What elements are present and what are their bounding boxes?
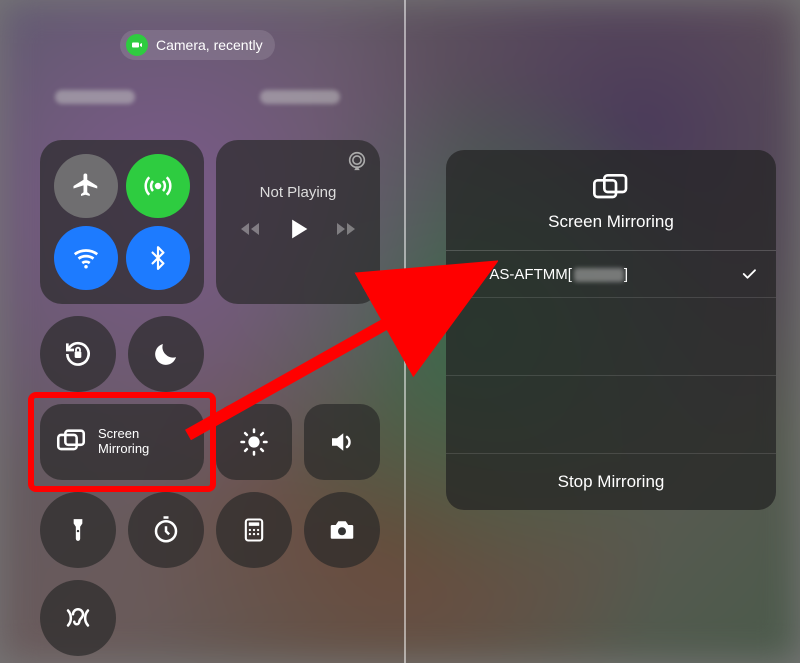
empty-row: [446, 298, 776, 376]
play-icon[interactable]: [284, 215, 312, 243]
control-center-panel: Camera, recently Not Playing: [0, 0, 404, 663]
mirroring-device-row[interactable]: tv AS-AFTMM[]: [446, 251, 776, 298]
bluetooth-icon: [145, 245, 171, 271]
stop-mirroring-button[interactable]: Stop Mirroring: [446, 454, 776, 510]
volume-slider[interactable]: [304, 404, 380, 480]
screen-mirroring-icon: [591, 172, 631, 202]
redacted-status: [260, 90, 340, 104]
wifi-toggle[interactable]: [54, 226, 118, 290]
flashlight-icon: [65, 517, 91, 543]
previous-track-icon[interactable]: [238, 217, 262, 241]
redacted-time: [55, 90, 135, 104]
brightness-slider[interactable]: [216, 404, 292, 480]
screen-mirroring-icon: [54, 425, 88, 459]
moon-icon: [151, 339, 181, 369]
screen-mirroring-popup-panel: Screen Mirroring tv AS-AFTMM[] Stop Mirr…: [406, 0, 800, 663]
mirroring-device-name: AS-AFTMM[]: [489, 266, 628, 283]
connectivity-cluster[interactable]: [40, 140, 204, 304]
redacted-text: [574, 268, 624, 282]
airplane-mode-toggle[interactable]: [54, 154, 118, 218]
empty-row: [446, 376, 776, 454]
airplay-audio-icon: [346, 150, 368, 172]
do-not-disturb-toggle[interactable]: [128, 316, 204, 392]
screen-mirroring-popup: Screen Mirroring tv AS-AFTMM[] Stop Mirr…: [446, 150, 776, 510]
camera-icon: [327, 515, 357, 545]
media-status-label: Not Playing: [260, 184, 337, 201]
rotation-lock-toggle[interactable]: [40, 316, 116, 392]
checkmark-icon: [740, 265, 758, 283]
wifi-icon: [71, 243, 101, 273]
bluetooth-toggle[interactable]: [126, 226, 190, 290]
hearing-button[interactable]: [40, 580, 116, 656]
timer-icon: [151, 515, 181, 545]
airplay-icon[interactable]: [346, 150, 368, 172]
apple-tv-badge: tv: [464, 267, 479, 281]
popup-header: Screen Mirroring: [446, 150, 776, 251]
airplane-icon: [71, 171, 101, 201]
calculator-icon: [240, 516, 268, 544]
video-camera-icon: [131, 39, 143, 51]
media-controls-tile[interactable]: Not Playing: [216, 140, 380, 304]
screen-mirroring-label: Screen Mirroring: [98, 427, 149, 457]
brightness-icon: [239, 427, 269, 457]
hearing-icon: [63, 603, 93, 633]
flashlight-toggle[interactable]: [40, 492, 116, 568]
cellular-data-toggle[interactable]: [126, 154, 190, 218]
calculator-button[interactable]: [216, 492, 292, 568]
camera-indicator-dot: [126, 34, 148, 56]
timer-button[interactable]: [128, 492, 204, 568]
screen-mirroring-button[interactable]: Screen Mirroring: [40, 404, 204, 480]
next-track-icon[interactable]: [334, 217, 358, 241]
volume-icon: [327, 427, 357, 457]
privacy-indicator-pill[interactable]: Camera, recently: [120, 30, 275, 60]
camera-button[interactable]: [304, 492, 380, 568]
media-transport-controls: [238, 215, 358, 243]
privacy-indicator-text: Camera, recently: [156, 37, 263, 53]
rotation-lock-icon: [62, 338, 94, 370]
cellular-icon: [143, 171, 173, 201]
popup-title: Screen Mirroring: [548, 212, 674, 232]
